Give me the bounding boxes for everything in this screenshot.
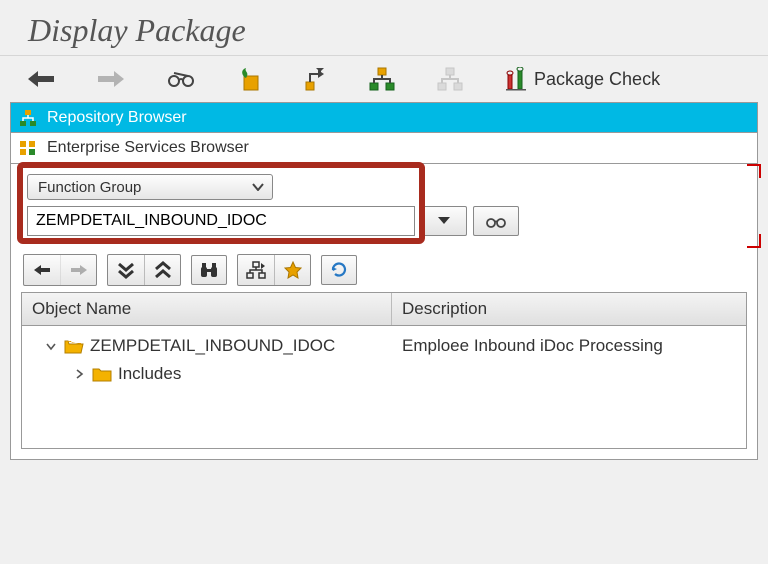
display-button[interactable] xyxy=(473,206,519,236)
tree-row-child[interactable]: Includes xyxy=(22,360,746,388)
col-object-name[interactable]: Object Name xyxy=(22,293,392,325)
work-panel: Function Group xyxy=(10,164,758,460)
where-used-icon[interactable] xyxy=(302,66,328,92)
hierarchy-icon[interactable] xyxy=(368,67,396,91)
binoculars-icon xyxy=(199,261,219,279)
expand-toggle[interactable] xyxy=(44,339,58,354)
repository-browser-label: Repository Browser xyxy=(47,109,187,127)
find-button[interactable] xyxy=(191,255,227,285)
combo-label: Function Group xyxy=(38,179,141,196)
back-button[interactable] xyxy=(26,68,56,90)
tree-toolbar xyxy=(23,254,747,286)
refresh-button[interactable] xyxy=(321,255,357,285)
package-check-label: Package Check xyxy=(534,69,660,90)
folder-icon xyxy=(92,366,112,382)
expand-all-button[interactable] xyxy=(108,255,144,285)
favorites-button[interactable] xyxy=(274,255,310,285)
tree-nav-icon xyxy=(246,261,266,279)
nav-forward-button[interactable] xyxy=(60,255,96,285)
browser-panel: Repository Browser Enterprise Services B… xyxy=(10,102,758,164)
star-icon xyxy=(284,261,302,279)
tree-display-button[interactable] xyxy=(238,255,274,285)
object-tree: Object Name Description ZEMPDETAIL_INBOU… xyxy=(21,292,747,449)
object-type-combo[interactable]: Function Group xyxy=(27,174,273,200)
col-description[interactable]: Description xyxy=(392,293,746,325)
crop-mark xyxy=(747,234,761,248)
refresh-icon xyxy=(330,261,348,279)
expand-toggle[interactable] xyxy=(72,367,86,382)
nav-back-button[interactable] xyxy=(24,255,60,285)
package-check-button[interactable]: Package Check xyxy=(504,67,660,91)
folder-open-icon xyxy=(64,338,84,354)
tree-row-root[interactable]: ZEMPDETAIL_INBOUND_IDOC Emploee Inbound … xyxy=(22,332,746,360)
tree-icon xyxy=(19,109,37,127)
app-grid-icon xyxy=(19,139,37,157)
page-title: Display Package xyxy=(28,12,768,49)
node-label: Includes xyxy=(118,364,181,384)
repository-browser-row[interactable]: Repository Browser xyxy=(11,103,757,133)
enterprise-browser-label: Enterprise Services Browser xyxy=(47,139,249,157)
node-label: ZEMPDETAIL_INBOUND_IDOC xyxy=(90,336,335,356)
history-dropdown-button[interactable] xyxy=(421,206,467,236)
forward-button[interactable] xyxy=(96,68,126,90)
node-description: Emploee Inbound iDoc Processing xyxy=(402,336,736,356)
table-header: Object Name Description xyxy=(22,293,746,326)
enterprise-browser-row[interactable]: Enterprise Services Browser xyxy=(11,133,757,163)
top-toolbar: Package Check xyxy=(0,60,768,102)
selector-area: Function Group xyxy=(11,164,757,240)
divider xyxy=(0,55,768,56)
activate-icon[interactable] xyxy=(236,66,262,92)
hierarchy-gray-icon[interactable] xyxy=(436,67,464,91)
glasses-icon[interactable] xyxy=(166,69,196,89)
chevron-down-icon xyxy=(252,183,264,191)
collapse-all-button[interactable] xyxy=(144,255,180,285)
chevron-down-icon xyxy=(437,216,451,226)
object-name-input[interactable] xyxy=(27,206,415,236)
glasses-icon xyxy=(484,213,508,229)
